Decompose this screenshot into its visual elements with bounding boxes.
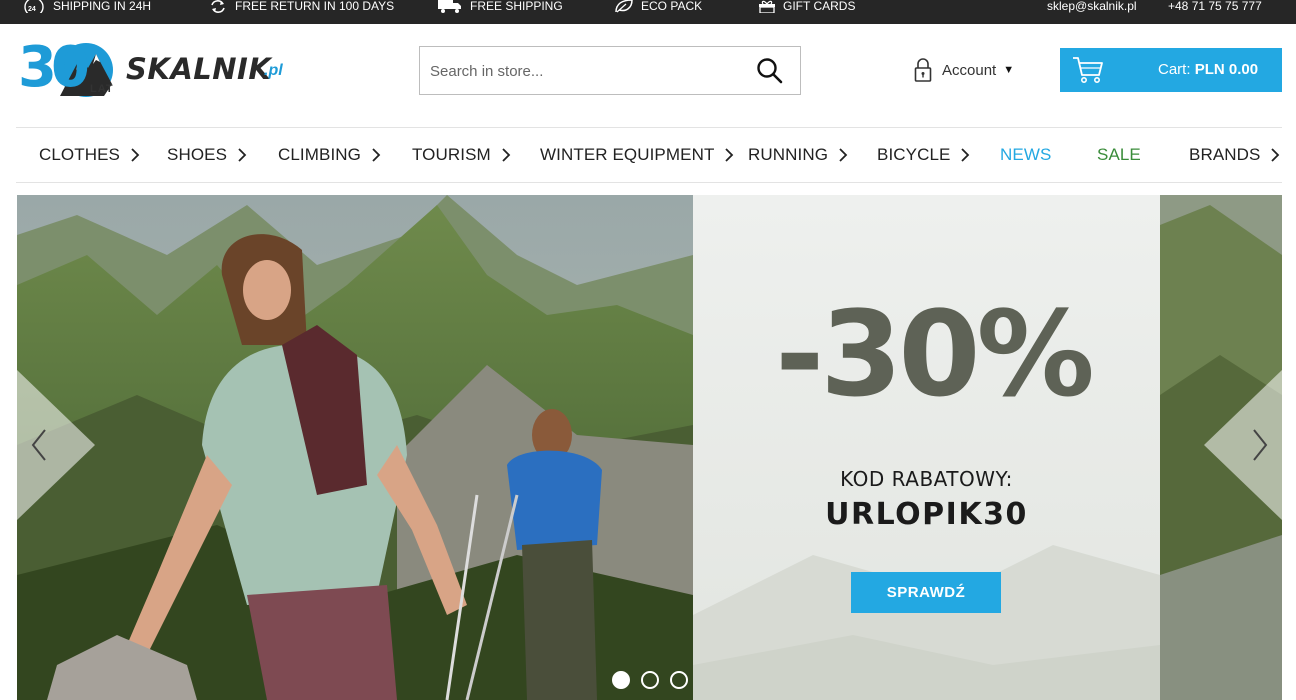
nav-item-label: CLOTHES <box>39 145 120 164</box>
search-input[interactable] <box>430 57 750 85</box>
hero-slider[interactable]: -30% KOD RABATOWY: URLOPIK30 SPRAWDŹ <box>17 195 1282 700</box>
nav-item-label: SHOES <box>167 145 228 164</box>
svg-text:24: 24 <box>28 6 36 13</box>
store-logo[interactable]: 30 LAT SKALNIK .pl <box>18 38 288 100</box>
nav-item-winter-equipment[interactable]: WINTER EQUIPMENT <box>540 144 734 166</box>
nav-item-sale[interactable]: SALE <box>1097 144 1141 166</box>
chevron-right-icon <box>131 148 140 162</box>
cart-button[interactable]: Cart: PLN 0.00 <box>1060 48 1282 92</box>
promo-code: URLOPIK30 <box>825 497 1028 532</box>
check-offer-button[interactable]: SPRAWDŹ <box>851 572 1001 613</box>
slider-next-button[interactable] <box>1202 370 1282 520</box>
topbar-item-gift-cards[interactable]: GIFT CARDS <box>758 0 855 13</box>
return-arrows-icon <box>211 0 225 13</box>
chevron-right-icon <box>372 148 381 162</box>
logo-number: 30 <box>18 35 90 100</box>
chevron-right-icon <box>238 148 247 162</box>
topbar-item-label: FREE SHIPPING <box>470 0 563 13</box>
lock-icon <box>914 58 932 82</box>
search-icon[interactable] <box>756 57 784 85</box>
chevron-right-icon <box>961 148 970 162</box>
slider-dot-1[interactable] <box>612 671 630 689</box>
contact-phone-link[interactable]: +48 71 75 75 777 <box>1168 0 1262 13</box>
nav-item-label: BICYCLE <box>877 145 951 164</box>
topbar-item-free-shipping[interactable]: FREE SHIPPING <box>437 0 563 13</box>
topbar-item-label: GIFT CARDS <box>783 0 856 13</box>
truck-icon <box>438 0 461 13</box>
account-label: Account <box>942 61 997 79</box>
cart-label: Cart: <box>1158 61 1191 78</box>
cart-icon <box>1073 57 1103 83</box>
top-info-bar: 24 SHIPPING IN 24H FREE RETURN IN 100 DA… <box>0 0 1296 24</box>
nav-item-running[interactable]: RUNNING <box>748 144 848 166</box>
topbar-item-shipping-24h[interactable]: 24 SHIPPING IN 24H <box>24 0 151 13</box>
nav-item-clothes[interactable]: CLOTHES <box>39 144 140 166</box>
slider-dot-2[interactable] <box>641 671 659 689</box>
account-menu[interactable]: Account ▼ <box>914 56 1014 84</box>
logo-years-label: LAT <box>90 83 114 95</box>
topbar-item-free-return[interactable]: FREE RETURN IN 100 DAYS <box>208 0 394 13</box>
nav-item-label: BRANDS <box>1189 145 1261 164</box>
nav-item-climbing[interactable]: CLIMBING <box>278 144 381 166</box>
24h-clock-icon: 24 <box>24 0 44 13</box>
nav-item-bicycle[interactable]: BICYCLE <box>877 144 970 166</box>
promo-code-label: KOD RABATOWY: <box>840 467 1013 491</box>
nav-item-label: WINTER EQUIPMENT <box>540 145 715 164</box>
nav-item-tourism[interactable]: TOURISM <box>412 144 511 166</box>
logo-domain: .pl <box>264 62 283 79</box>
chevron-right-icon <box>725 148 734 162</box>
main-navigation: CLOTHES SHOES CLIMBING TOURISM WINTER EQ… <box>0 128 1296 182</box>
topbar-item-label: ECO PACK <box>641 0 703 13</box>
slider-dot-3[interactable] <box>670 671 688 689</box>
topbar-item-label: SHIPPING IN 24H <box>53 0 152 13</box>
cart-summary: Cart: PLN 0.00 <box>1158 61 1258 78</box>
contact-email-link[interactable]: sklep@skalnik.pl <box>1047 0 1137 13</box>
nav-item-shoes[interactable]: SHOES <box>167 144 247 166</box>
nav-item-label: NEWS <box>1000 145 1052 164</box>
topbar-item-label: FREE RETURN IN 100 DAYS <box>235 0 395 13</box>
leaf-icon <box>615 0 633 13</box>
chevron-right-icon <box>1271 148 1280 162</box>
nav-item-news[interactable]: NEWS <box>1000 144 1051 166</box>
search-box <box>419 46 801 95</box>
logo-brand-name: SKALNIK <box>126 52 272 86</box>
nav-item-brands[interactable]: BRANDS <box>1189 144 1280 166</box>
hero-photo-hikers <box>17 195 693 700</box>
chevron-right-icon <box>502 148 511 162</box>
nav-item-label: SALE <box>1097 145 1141 164</box>
caret-down-icon: ▼ <box>1003 64 1015 76</box>
cart-amount: PLN 0.00 <box>1194 61 1259 78</box>
hero-promo-panel: -30% KOD RABATOWY: URLOPIK30 SPRAWDŹ <box>693 195 1160 700</box>
topbar-item-eco-pack[interactable]: ECO PACK <box>614 0 702 13</box>
nav-item-label: CLIMBING <box>278 145 361 164</box>
nav-divider <box>16 182 1282 183</box>
nav-item-label: TOURISM <box>412 145 491 164</box>
gift-icon <box>759 0 775 13</box>
chevron-right-icon <box>839 148 848 162</box>
nav-item-label: RUNNING <box>748 145 829 164</box>
promo-background <box>693 195 1160 700</box>
promo-discount: -30% <box>775 285 1094 423</box>
slider-prev-button[interactable] <box>17 370 97 520</box>
slider-pagination <box>612 671 688 689</box>
